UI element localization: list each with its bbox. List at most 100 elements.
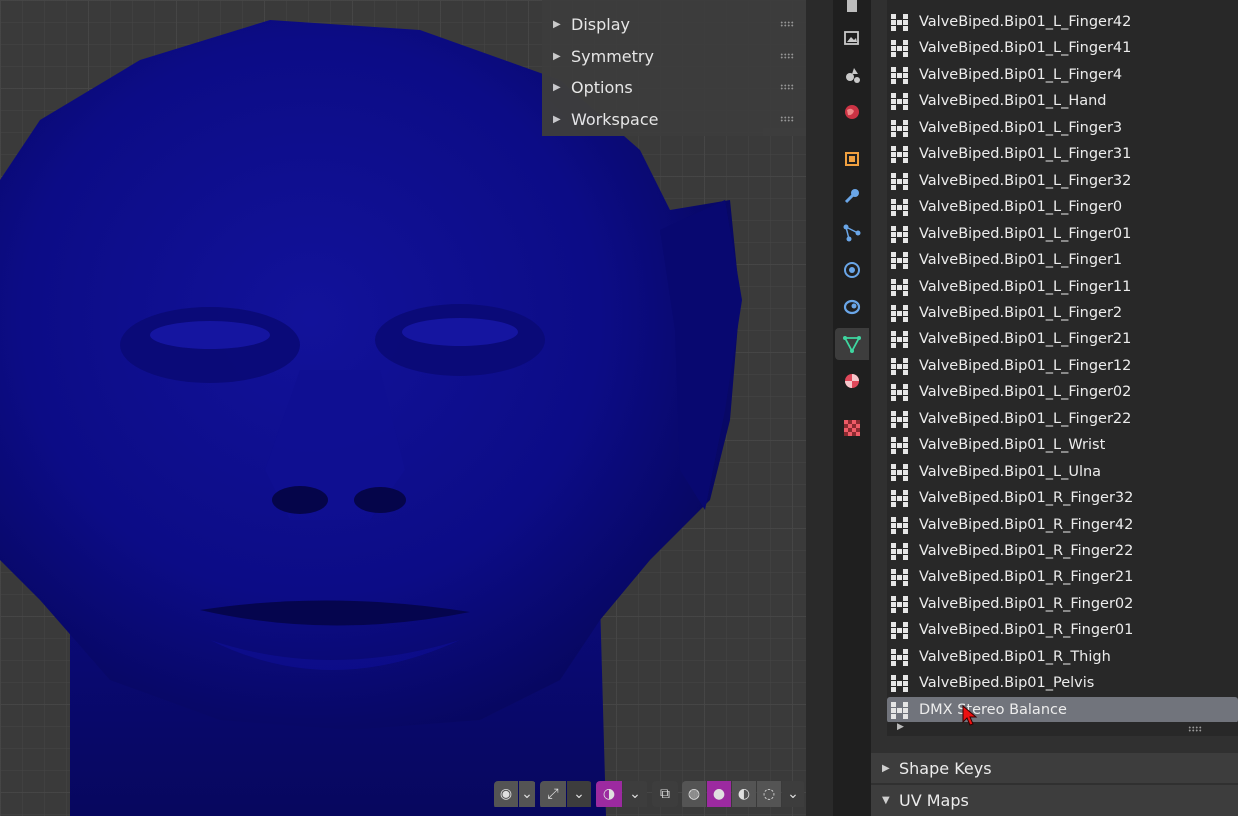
vertex-group-item[interactable]: ValveBiped.Bip01_L_Finger1	[887, 247, 1238, 273]
tab-world[interactable]	[835, 96, 869, 128]
overlay-icon[interactable]: ◑	[596, 781, 622, 807]
data-icon	[843, 336, 861, 353]
vertex-group-name: ValveBiped.Bip01_L_Finger12	[919, 357, 1132, 374]
drag-grip-icon[interactable]	[780, 84, 794, 90]
object-icon	[845, 152, 859, 166]
material-shading-icon[interactable]: ◐	[732, 781, 756, 807]
vertex-group-item[interactable]: ValveBiped.Bip01_L_Finger21	[887, 326, 1238, 352]
view-layer-icon	[846, 68, 860, 83]
tab-physics[interactable]	[835, 254, 869, 286]
collapsed-triangle-icon: ▶	[553, 51, 561, 62]
rendered-shading-icon[interactable]: ◌	[757, 781, 781, 807]
panel-uv-maps-label: UV Maps	[899, 791, 969, 810]
vertex-group-name: ValveBiped.Bip01_R_Finger42	[919, 516, 1134, 533]
constraints-icon	[843, 299, 861, 315]
vertex-group-icon	[891, 410, 908, 428]
resize-grip-icon[interactable]	[1188, 726, 1202, 732]
vertex-group-item[interactable]: ValveBiped.Bip01_L_Finger11	[887, 274, 1238, 300]
vertex-group-item[interactable]: DMX Stereo Balance	[887, 696, 1238, 723]
vertex-group-item[interactable]: ValveBiped.Bip01_L_Finger01	[887, 221, 1238, 247]
tab-constraints[interactable]	[835, 291, 869, 323]
npanel-display[interactable]: ▶ Display	[542, 9, 806, 40]
vertex-group-icon	[891, 437, 908, 455]
vertex-group-icon	[891, 199, 908, 217]
tab-tool[interactable]	[835, 0, 869, 22]
visibility-icon[interactable]: ◉	[494, 781, 518, 807]
tab-data[interactable]	[835, 328, 869, 360]
vertex-group-item[interactable]: ValveBiped.Bip01_L_Finger31	[887, 141, 1238, 167]
viewport-header-controls: ◉ ⌄ ⤢ ⌄ ◑ ⌄ ⧉ ◍ ● ◐ ◌ ⌄	[494, 781, 805, 809]
vertex-group-icon	[891, 172, 908, 190]
vertex-group-item[interactable]: ValveBiped.Bip01_Pelvis	[887, 670, 1238, 696]
tab-material[interactable]	[835, 365, 869, 397]
drag-grip-icon[interactable]	[780, 53, 794, 59]
tab-view-layer[interactable]	[835, 59, 869, 91]
vertex-group-item[interactable]: ValveBiped.Bip01_R_Finger32	[887, 485, 1238, 511]
vertex-group-name: ValveBiped.Bip01_L_Finger2	[919, 304, 1123, 321]
vertex-group-icon	[891, 40, 908, 58]
vertex-group-name: ValveBiped.Bip01_L_Finger42	[919, 14, 1132, 30]
vertex-group-icon	[891, 331, 908, 349]
drag-grip-icon[interactable]	[780, 21, 794, 27]
vertex-group-item[interactable]: ValveBiped.Bip01_L_Finger2	[887, 300, 1238, 326]
vertex-group-name: ValveBiped.Bip01_R_Finger02	[919, 595, 1134, 612]
output-icon	[844, 31, 859, 45]
vertex-group-item[interactable]: ValveBiped.Bip01_R_Thigh	[887, 644, 1238, 670]
solid-shading-icon[interactable]: ●	[707, 781, 731, 807]
expanded-triangle-icon: ▼	[882, 795, 890, 806]
vertex-group-item[interactable]: ValveBiped.Bip01_R_Finger01	[887, 617, 1238, 643]
tab-particles[interactable]	[835, 217, 869, 249]
chevron-down-icon[interactable]: ⌄	[623, 781, 647, 807]
vertex-group-item[interactable]: ValveBiped.Bip01_L_Finger3	[887, 115, 1238, 141]
tab-object[interactable]	[835, 143, 869, 175]
vertex-group-item[interactable]: ValveBiped.Bip01_L_Finger41	[887, 35, 1238, 61]
vertex-group-name: ValveBiped.Bip01_Pelvis	[919, 675, 1095, 692]
npanel-workspace[interactable]: ▶ Workspace	[542, 104, 806, 135]
vertex-group-item[interactable]: ValveBiped.Bip01_R_Finger22	[887, 538, 1238, 564]
expand-triangle-icon[interactable]: ▶	[897, 722, 904, 732]
vertex-group-item[interactable]: ValveBiped.Bip01_R_Finger21	[887, 564, 1238, 590]
vertex-group-name: ValveBiped.Bip01_L_Ulna	[919, 463, 1102, 480]
vertex-group-item[interactable]: ValveBiped.Bip01_L_Finger12	[887, 353, 1238, 379]
npanel-options-label: Options	[571, 78, 633, 97]
tab-texture[interactable]	[835, 412, 869, 444]
vertex-group-item[interactable]: ValveBiped.Bip01_L_Ulna	[887, 459, 1238, 485]
tab-modifier[interactable]	[835, 180, 869, 212]
vertex-group-item[interactable]: ValveBiped.Bip01_L_Finger0	[887, 194, 1238, 220]
vertex-group-name: ValveBiped.Bip01_L_Finger41	[919, 40, 1132, 57]
vertex-group-icon	[891, 357, 908, 375]
vertex-group-item[interactable]: ValveBiped.Bip01_L_Wrist	[887, 432, 1238, 458]
vertex-group-item[interactable]: ValveBiped.Bip01_R_Finger02	[887, 591, 1238, 617]
vertex-group-name: ValveBiped.Bip01_L_Finger31	[919, 146, 1132, 163]
chevron-down-icon[interactable]: ⌄	[519, 781, 535, 807]
collapsed-triangle-icon: ▶	[882, 762, 890, 774]
drag-grip-icon[interactable]	[780, 116, 794, 122]
npanel-symmetry[interactable]: ▶ Symmetry	[542, 41, 806, 72]
vertex-group-list[interactable]: ValveBiped.Bip01_L_Finger42 ValveBiped.Bi…	[887, 0, 1238, 723]
vertex-group-item[interactable]: ValveBiped.Bip01_L_Finger32	[887, 168, 1238, 194]
npanel-symmetry-label: Symmetry	[571, 47, 654, 66]
wireframe-shading-icon[interactable]: ◍	[682, 781, 706, 807]
vertex-group-icon	[891, 595, 908, 613]
vertex-group-item[interactable]: ValveBiped.Bip01_L_Finger02	[887, 379, 1238, 405]
vertex-group-icon	[891, 675, 908, 693]
panel-uv-maps[interactable]: ▼ UV Maps	[871, 785, 1238, 816]
xray-icon[interactable]: ⧉	[652, 781, 678, 807]
vertex-group-item[interactable]: ValveBiped.Bip01_R_Finger42	[887, 512, 1238, 538]
vertex-group-icon	[891, 225, 908, 243]
vertex-group-name: ValveBiped.Bip01_R_Thigh	[919, 648, 1111, 665]
npanel-options[interactable]: ▶ Options	[542, 72, 806, 103]
vertex-group-item[interactable]: ValveBiped.Bip01_L_Finger42	[887, 9, 1238, 35]
vertex-group-item[interactable]: ValveBiped.Bip01_L_Finger4	[887, 62, 1238, 88]
chevron-down-icon[interactable]: ⌄	[567, 781, 591, 807]
3d-viewport[interactable]: ▶ Display ▶ Symmetry ▶ Options ▶ Workspa…	[0, 0, 806, 816]
vertex-group-name: DMX Stereo Balance	[919, 701, 1067, 718]
tab-output[interactable]	[835, 22, 869, 54]
panel-shape-keys[interactable]: ▶ Shape Keys	[871, 753, 1238, 783]
gizmo-icon[interactable]: ⤢	[540, 781, 566, 807]
vertex-group-item[interactable]: ValveBiped.Bip01_L_Hand	[887, 88, 1238, 114]
chevron-down-icon[interactable]: ⌄	[782, 781, 804, 807]
list-footer: ▶	[887, 722, 1238, 736]
vertex-group-item[interactable]: ValveBiped.Bip01_L_Finger22	[887, 406, 1238, 432]
sidebar-n-panel: ▶ Display ▶ Symmetry ▶ Options ▶ Workspa…	[542, 0, 806, 136]
